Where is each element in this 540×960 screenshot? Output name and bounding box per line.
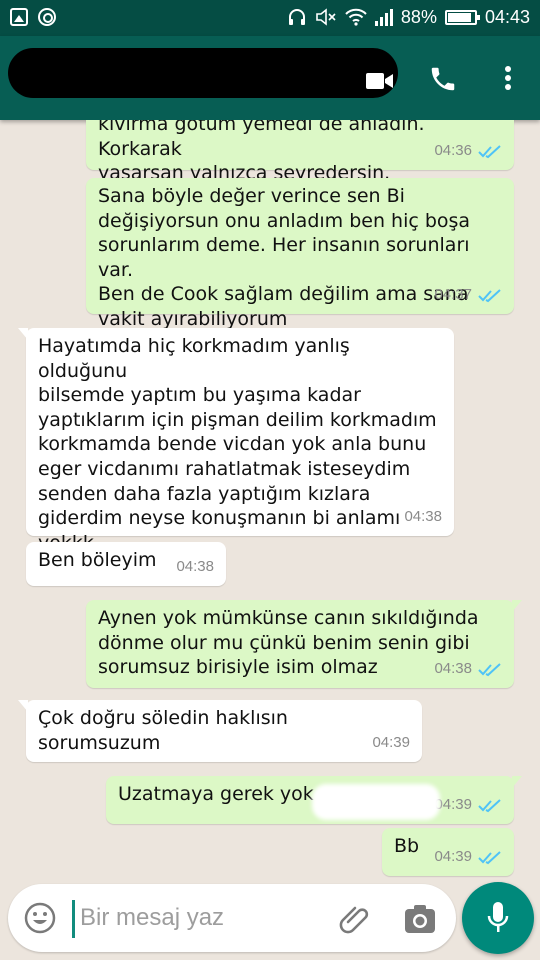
message-text: Hayatımda hiç korkmadım yanlış olduğunu … bbox=[38, 335, 437, 554]
bubble-tail bbox=[512, 600, 522, 612]
mic-icon bbox=[487, 902, 509, 932]
contact-name-redacted[interactable] bbox=[8, 48, 398, 98]
image-icon bbox=[10, 8, 28, 26]
message-composer bbox=[8, 884, 456, 952]
text-caret bbox=[72, 900, 75, 938]
message-bubble[interactable]: Hayatımda hiç korkmadım yanlış olduğunu … bbox=[18, 328, 454, 554]
phone-icon[interactable] bbox=[428, 64, 458, 94]
message-bubble[interactable]: Ben böleyim 04:38 bbox=[26, 542, 226, 586]
bubble-tail bbox=[18, 700, 28, 712]
message-time: 04:38 bbox=[176, 558, 214, 576]
bubble-tail bbox=[512, 776, 522, 788]
clock: 04:43 bbox=[484, 7, 530, 27]
attach-icon[interactable] bbox=[338, 902, 372, 936]
message-meta: 04:39 bbox=[434, 845, 502, 870]
message-input[interactable] bbox=[80, 896, 330, 940]
video-call-icon[interactable] bbox=[366, 70, 394, 92]
camera-icon[interactable] bbox=[404, 904, 436, 934]
system-icons: 88% 04:43 bbox=[287, 6, 530, 28]
mute-icon bbox=[316, 8, 336, 26]
read-ticks-icon bbox=[478, 144, 501, 158]
message-bubble[interactable]: Bb 04:39 bbox=[382, 828, 514, 876]
wifi-icon bbox=[345, 8, 367, 26]
battery-percent: 88% bbox=[400, 7, 437, 27]
read-ticks-icon bbox=[478, 288, 501, 302]
message-meta: 04:38 bbox=[434, 657, 502, 682]
message-time: 04:39 bbox=[434, 848, 472, 866]
message-text: Çok doğru söledin haklısın sorumsuzum bbox=[38, 707, 288, 754]
voice-record-button[interactable] bbox=[462, 882, 534, 954]
message-bubble[interactable]: kıvırma götüm yemedi de anladın. Korkara… bbox=[86, 120, 514, 184]
message-list[interactable]: kıvırma götüm yemedi de anladın. Korkara… bbox=[0, 120, 540, 882]
signal-icon bbox=[374, 8, 393, 26]
message-bubble[interactable]: Çok doğru söledin haklısın sorumsuzum 04… bbox=[18, 700, 422, 762]
bubble-tail bbox=[18, 328, 28, 340]
message-text: Sana böyle değer verince sen Bi değişiyo… bbox=[98, 185, 471, 330]
battery-level bbox=[447, 12, 471, 22]
sync-icon bbox=[38, 8, 56, 26]
read-ticks-icon bbox=[478, 850, 501, 864]
message-meta: 04:37 bbox=[434, 283, 502, 308]
message-bubble[interactable]: Aynen yok mümkünse canın sıkıldığında dö… bbox=[86, 600, 522, 688]
message-time: 04:38 bbox=[434, 660, 472, 678]
read-ticks-icon bbox=[478, 662, 501, 676]
message-bubble[interactable]: Uzatmaya gerek yok 04:39 bbox=[106, 776, 522, 824]
headphones-icon bbox=[288, 9, 305, 25]
message-time: 04:37 bbox=[434, 286, 472, 304]
message-meta: 04:38 bbox=[404, 505, 442, 530]
message-meta: 04:39 bbox=[434, 793, 502, 818]
status-bar: 88% 04:43 bbox=[0, 0, 540, 36]
read-ticks-icon bbox=[478, 798, 501, 812]
message-time: 04:39 bbox=[434, 796, 472, 814]
message-meta: 04:39 bbox=[372, 731, 410, 756]
notification-icons bbox=[10, 8, 56, 26]
battery-icon bbox=[444, 9, 480, 25]
chat-header bbox=[0, 36, 540, 120]
redaction-scribble bbox=[312, 784, 440, 820]
message-meta: 04:36 bbox=[434, 139, 502, 164]
message-time: 04:39 bbox=[372, 734, 410, 752]
message-time: 04:36 bbox=[434, 142, 472, 160]
emoji-icon[interactable] bbox=[24, 902, 56, 934]
message-bubble[interactable]: Sana böyle değer verince sen Bi değişiyo… bbox=[86, 178, 514, 330]
message-time: 04:38 bbox=[404, 508, 442, 526]
more-options-icon[interactable] bbox=[498, 66, 518, 94]
message-meta: 04:38 bbox=[176, 555, 214, 580]
